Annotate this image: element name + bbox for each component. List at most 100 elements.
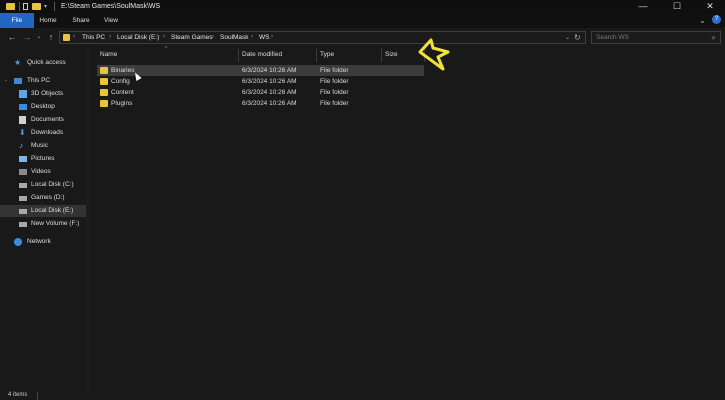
column-divider[interactable] bbox=[381, 49, 382, 62]
file-name: Config bbox=[111, 78, 130, 85]
folder-icon bbox=[63, 34, 70, 41]
breadcrumb-ws[interactable]: WS bbox=[259, 34, 269, 41]
sidebar-item-downloads[interactable]: ⬇ Downloads bbox=[0, 127, 90, 139]
chevron-down-icon[interactable]: ⌄ bbox=[565, 34, 570, 41]
sidebar-item-local-disk-e[interactable]: Local Disk (E:) bbox=[0, 205, 90, 217]
file-date: 6/3/2024 10:26 AM bbox=[242, 89, 297, 96]
pictures-icon bbox=[19, 156, 27, 162]
sidebar-item-3d-objects[interactable]: 3D Objects bbox=[0, 88, 90, 100]
new-folder-icon[interactable] bbox=[32, 3, 41, 10]
customize-quick-access-icon[interactable]: ▾ bbox=[44, 3, 47, 12]
divider bbox=[19, 2, 20, 11]
help-icon[interactable]: ? bbox=[712, 15, 721, 24]
column-header-name[interactable]: Name bbox=[100, 48, 237, 62]
chevron-right-icon[interactable]: › bbox=[271, 34, 273, 40]
file-type: File folder bbox=[320, 78, 349, 85]
star-icon: ★ bbox=[14, 58, 22, 67]
maximize-button[interactable]: ☐ bbox=[662, 0, 692, 13]
file-date: 6/3/2024 10:26 AM bbox=[242, 100, 297, 107]
sidebar-item-new-volume-f[interactable]: New Volume (F:) bbox=[0, 218, 90, 230]
tab-view[interactable]: View bbox=[100, 13, 122, 28]
sidebar-item-label: Music bbox=[31, 142, 48, 149]
chevron-down-icon[interactable]: ⌄ bbox=[699, 16, 706, 25]
chevron-right-icon[interactable]: › bbox=[109, 34, 111, 40]
list-item[interactable]: Content 6/3/2024 10:26 AM File folder bbox=[97, 87, 424, 98]
document-icon bbox=[19, 116, 26, 124]
column-header-type[interactable]: Type bbox=[320, 48, 380, 62]
chevron-right-icon[interactable]: › bbox=[163, 34, 165, 40]
tab-file[interactable]: File bbox=[0, 13, 34, 28]
up-arrow-icon[interactable]: ↑ bbox=[45, 31, 57, 43]
folder-icon bbox=[100, 67, 108, 74]
breadcrumb-this-pc[interactable]: This PC bbox=[82, 34, 105, 41]
tab-share[interactable]: Share bbox=[68, 13, 94, 28]
status-bar: 4 items bbox=[0, 392, 725, 400]
chevron-right-icon[interactable]: › bbox=[212, 34, 214, 40]
sidebar-item-label: Documents bbox=[31, 116, 64, 123]
list-item[interactable]: Plugins 6/3/2024 10:26 AM File folder bbox=[97, 98, 424, 109]
cube-icon bbox=[19, 90, 27, 98]
search-placeholder: Search WS bbox=[596, 34, 629, 41]
sidebar-item-quick-access[interactable]: ★ Quick access bbox=[0, 57, 90, 69]
drive-icon bbox=[19, 183, 27, 188]
sidebar-item-pictures[interactable]: Pictures bbox=[0, 153, 90, 165]
chevron-down-icon[interactable]: ⌄ bbox=[4, 77, 8, 83]
list-item[interactable]: Binaries 6/3/2024 10:26 AM File folder bbox=[97, 65, 424, 76]
navigation-pane: ★ Quick access ⌄ This PC 3D Objects Desk… bbox=[0, 46, 90, 392]
arrow-annotation-icon bbox=[418, 38, 450, 71]
sidebar-item-videos[interactable]: Videos bbox=[0, 166, 90, 178]
file-name: Plugins bbox=[111, 100, 133, 107]
sidebar-item-music[interactable]: ♪ Music bbox=[0, 140, 90, 152]
sidebar-item-label: Quick access bbox=[27, 59, 66, 66]
breadcrumb-local-disk-e[interactable]: Local Disk (E:) bbox=[117, 34, 159, 41]
network-icon bbox=[14, 238, 22, 246]
list-item[interactable]: Config 6/3/2024 10:26 AM File folder bbox=[97, 76, 424, 87]
close-button[interactable]: ✕ bbox=[695, 0, 725, 13]
file-name: Content bbox=[111, 89, 134, 96]
file-type: File folder bbox=[320, 89, 349, 96]
back-arrow-icon[interactable]: ← bbox=[6, 31, 18, 43]
minimize-button[interactable]: — bbox=[628, 0, 658, 13]
computer-icon bbox=[14, 78, 22, 84]
column-divider[interactable] bbox=[316, 49, 317, 62]
sidebar-item-documents[interactable]: Documents bbox=[0, 114, 90, 126]
title-bar: ▾ E:\Steam Games\SoulMask\WS — ☐ ✕ bbox=[0, 0, 725, 13]
sidebar-item-games-d[interactable]: Games (D:) bbox=[0, 192, 90, 204]
window-title: E:\Steam Games\SoulMask\WS bbox=[61, 3, 161, 10]
sidebar-item-label: Network bbox=[27, 238, 51, 245]
breadcrumb-steam-games[interactable]: Steam Games bbox=[171, 34, 213, 41]
folder-icon bbox=[100, 100, 108, 107]
column-header-date-modified[interactable]: Date modified bbox=[242, 48, 315, 62]
search-icon[interactable]: ⌕ bbox=[712, 33, 716, 43]
divider bbox=[37, 392, 38, 400]
nav-scrollbar[interactable] bbox=[86, 46, 90, 392]
tab-home[interactable]: Home bbox=[36, 13, 60, 28]
chevron-right-icon[interactable]: › bbox=[251, 34, 253, 40]
desktop-icon bbox=[19, 104, 27, 110]
videos-icon bbox=[19, 169, 27, 175]
ribbon: File Home Share View ⌄ ? bbox=[0, 13, 725, 28]
refresh-icon[interactable]: ↻ bbox=[574, 33, 581, 42]
address-bar[interactable]: › This PC › Local Disk (E:) › Steam Game… bbox=[59, 31, 586, 44]
sidebar-item-this-pc[interactable]: ⌄ This PC bbox=[0, 75, 90, 87]
chevron-right-icon[interactable]: › bbox=[73, 34, 75, 40]
sidebar-item-local-disk-c[interactable]: Local Disk (C:) bbox=[0, 179, 90, 191]
file-type: File folder bbox=[320, 67, 349, 74]
forward-arrow-icon[interactable]: → bbox=[21, 31, 33, 43]
recent-locations-icon[interactable]: ⌄ bbox=[33, 31, 45, 43]
breadcrumb-soulmask[interactable]: SoulMask bbox=[220, 34, 249, 41]
column-divider[interactable] bbox=[238, 49, 239, 62]
address-row: ← → ⌄ ↑ › This PC › Local Disk (E:) › St… bbox=[0, 29, 725, 46]
folder-icon bbox=[100, 78, 108, 85]
sidebar-item-label: 3D Objects bbox=[31, 90, 64, 97]
sidebar-item-desktop[interactable]: Desktop bbox=[0, 101, 90, 113]
file-date: 6/3/2024 10:26 AM bbox=[242, 67, 297, 74]
file-date: 6/3/2024 10:26 AM bbox=[242, 78, 297, 85]
sidebar-item-label: Downloads bbox=[31, 129, 64, 136]
divider bbox=[54, 2, 55, 11]
properties-icon[interactable] bbox=[23, 3, 28, 10]
file-name: Binaries bbox=[111, 67, 135, 74]
drive-icon bbox=[19, 196, 27, 201]
sidebar-item-network[interactable]: Network bbox=[0, 236, 90, 248]
search-input[interactable]: Search WS ⌕ bbox=[591, 31, 721, 44]
